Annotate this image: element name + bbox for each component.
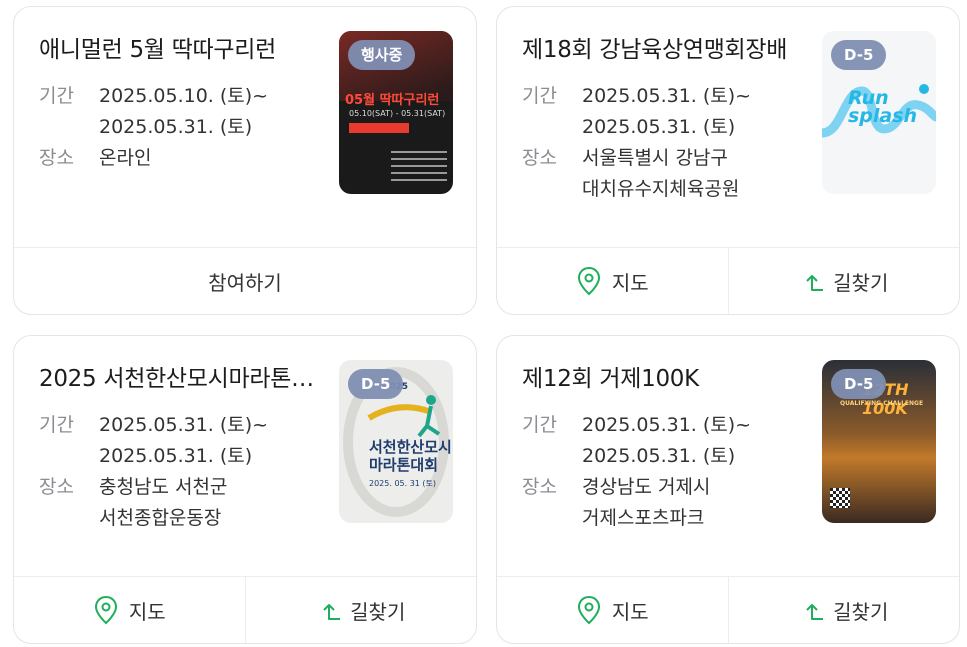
place-label: 장소 [522, 147, 557, 169]
event-info: 기간 2025.05.10. (토)~ 2025.05.31. (토) 장소 온라인 [39, 81, 329, 174]
status-badge: D-5 [831, 40, 887, 70]
event-card[interactable]: 제12회 거제100K 기간 2025.05.31. (토)~ 2025.05.3… [496, 335, 960, 644]
place-label: 장소 [39, 476, 74, 498]
place-value: 충청남도 서천군 [99, 476, 228, 498]
map-pin-icon [577, 266, 600, 296]
period-label: 기간 [39, 414, 74, 436]
period-start: 2025.05.31. (토)~ [582, 414, 752, 436]
card-footer: 지도 길찾기 [14, 576, 476, 643]
period-end: 2025.05.31. (토) [582, 116, 736, 138]
place-label: 장소 [39, 147, 74, 169]
period-end: 2025.05.31. (토) [582, 445, 736, 467]
directions-label: 길찾기 [833, 270, 889, 295]
join-label: 참여하기 [208, 270, 282, 295]
period-start: 2025.05.31. (토)~ [99, 414, 269, 436]
place-value: 온라인 [99, 147, 152, 169]
event-title[interactable]: 제18회 강남육상연맹회장배 [522, 33, 812, 67]
directions-arrow-icon [806, 275, 824, 291]
place-label: 장소 [522, 476, 557, 498]
place-value: 경상남도 거제시 [582, 476, 711, 498]
map-label: 지도 [611, 270, 649, 295]
place-detail: 대치유수지체육공원 [582, 178, 740, 200]
poster-sub: 05.10(SAT) - 05.31(SAT) [349, 109, 446, 118]
status-badge: D-5 [348, 369, 404, 399]
directions-arrow-icon [806, 604, 824, 620]
period-end: 2025.05.31. (토) [99, 116, 253, 138]
period-end: 2025.05.31. (토) [99, 445, 253, 467]
place-detail: 서천종합운동장 [99, 507, 222, 529]
card-footer: 참여하기 [14, 247, 476, 314]
qr-code [830, 488, 850, 508]
period-label: 기간 [522, 85, 557, 107]
directions-button[interactable]: 길찾기 [244, 577, 477, 643]
join-button[interactable]: 참여하기 [14, 248, 476, 314]
poster-date: 2025. 05. 31 (토) [369, 479, 437, 488]
period-start: 2025.05.10. (토)~ [99, 85, 269, 107]
period-start: 2025.05.31. (토)~ [582, 85, 752, 107]
map-pin-icon [577, 595, 600, 625]
directions-button[interactable]: 길찾기 [727, 248, 960, 314]
card-footer: 지도 길찾기 [497, 576, 959, 643]
event-poster[interactable]: Run splash D-5 [822, 31, 936, 194]
directions-label: 길찾기 [350, 599, 406, 624]
poster-headline: 05월 딱따구리런 [345, 93, 440, 108]
event-info: 기간 2025.05.31. (토)~ 2025.05.31. (토) 장소 경상남… [522, 410, 812, 534]
event-title[interactable]: 제12회 거제100K [522, 362, 812, 396]
card-footer: 지도 길찾기 [497, 247, 959, 314]
status-badge: D-5 [831, 369, 887, 399]
directions-label: 길찾기 [833, 599, 889, 624]
map-button[interactable]: 지도 [497, 577, 728, 643]
place-detail: 거제스포츠파크 [582, 507, 705, 529]
map-label: 지도 [611, 599, 649, 624]
map-label: 지도 [128, 599, 166, 624]
status-badge: 행사중 [348, 40, 416, 70]
poster-headline: Run splash [848, 87, 918, 127]
place-value: 서울특별시 강남구 [582, 147, 728, 169]
period-label: 기간 [39, 85, 74, 107]
event-card[interactable]: 애니멀런 5월 딱따구리런 기간 2025.05.10. (토)~ 2025.05… [13, 6, 477, 315]
event-poster[interactable]: 12TH 100K QUALIFYING CHALLENGE D-5 [822, 360, 936, 523]
event-title[interactable]: 애니멀런 5월 딱따구리런 [39, 33, 329, 67]
map-pin-icon [94, 595, 117, 625]
poster-sub: QUALIFYING CHALLENGE [840, 400, 924, 407]
event-poster[interactable]: 05월 딱따구리런 05.10(SAT) - 05.31(SAT) 행사중 [339, 31, 453, 194]
event-info: 기간 2025.05.31. (토)~ 2025.05.31. (토) 장소 서울특… [522, 81, 812, 205]
directions-arrow-icon [323, 604, 341, 620]
event-card[interactable]: 제18회 강남육상연맹회장배 기간 2025.05.31. (토)~ 2025.0… [496, 6, 960, 315]
directions-button[interactable]: 길찾기 [727, 577, 960, 643]
map-button[interactable]: 지도 [497, 248, 728, 314]
event-card[interactable]: 2025 서천한산모시마라톤대회 기간 2025.05.31. (토)~ 2025… [13, 335, 477, 644]
map-button[interactable]: 지도 [14, 577, 245, 643]
period-label: 기간 [522, 414, 557, 436]
event-title[interactable]: 2025 서천한산모시마라톤대회 [39, 362, 329, 396]
event-poster[interactable]: 2025 서천한산모시 마라톤대회 2025. 05. 31 (토) D-5 [339, 360, 453, 523]
poster-headline: 서천한산모시 마라톤대회 [369, 438, 452, 474]
event-info: 기간 2025.05.31. (토)~ 2025.05.31. (토) 장소 충청남… [39, 410, 329, 534]
